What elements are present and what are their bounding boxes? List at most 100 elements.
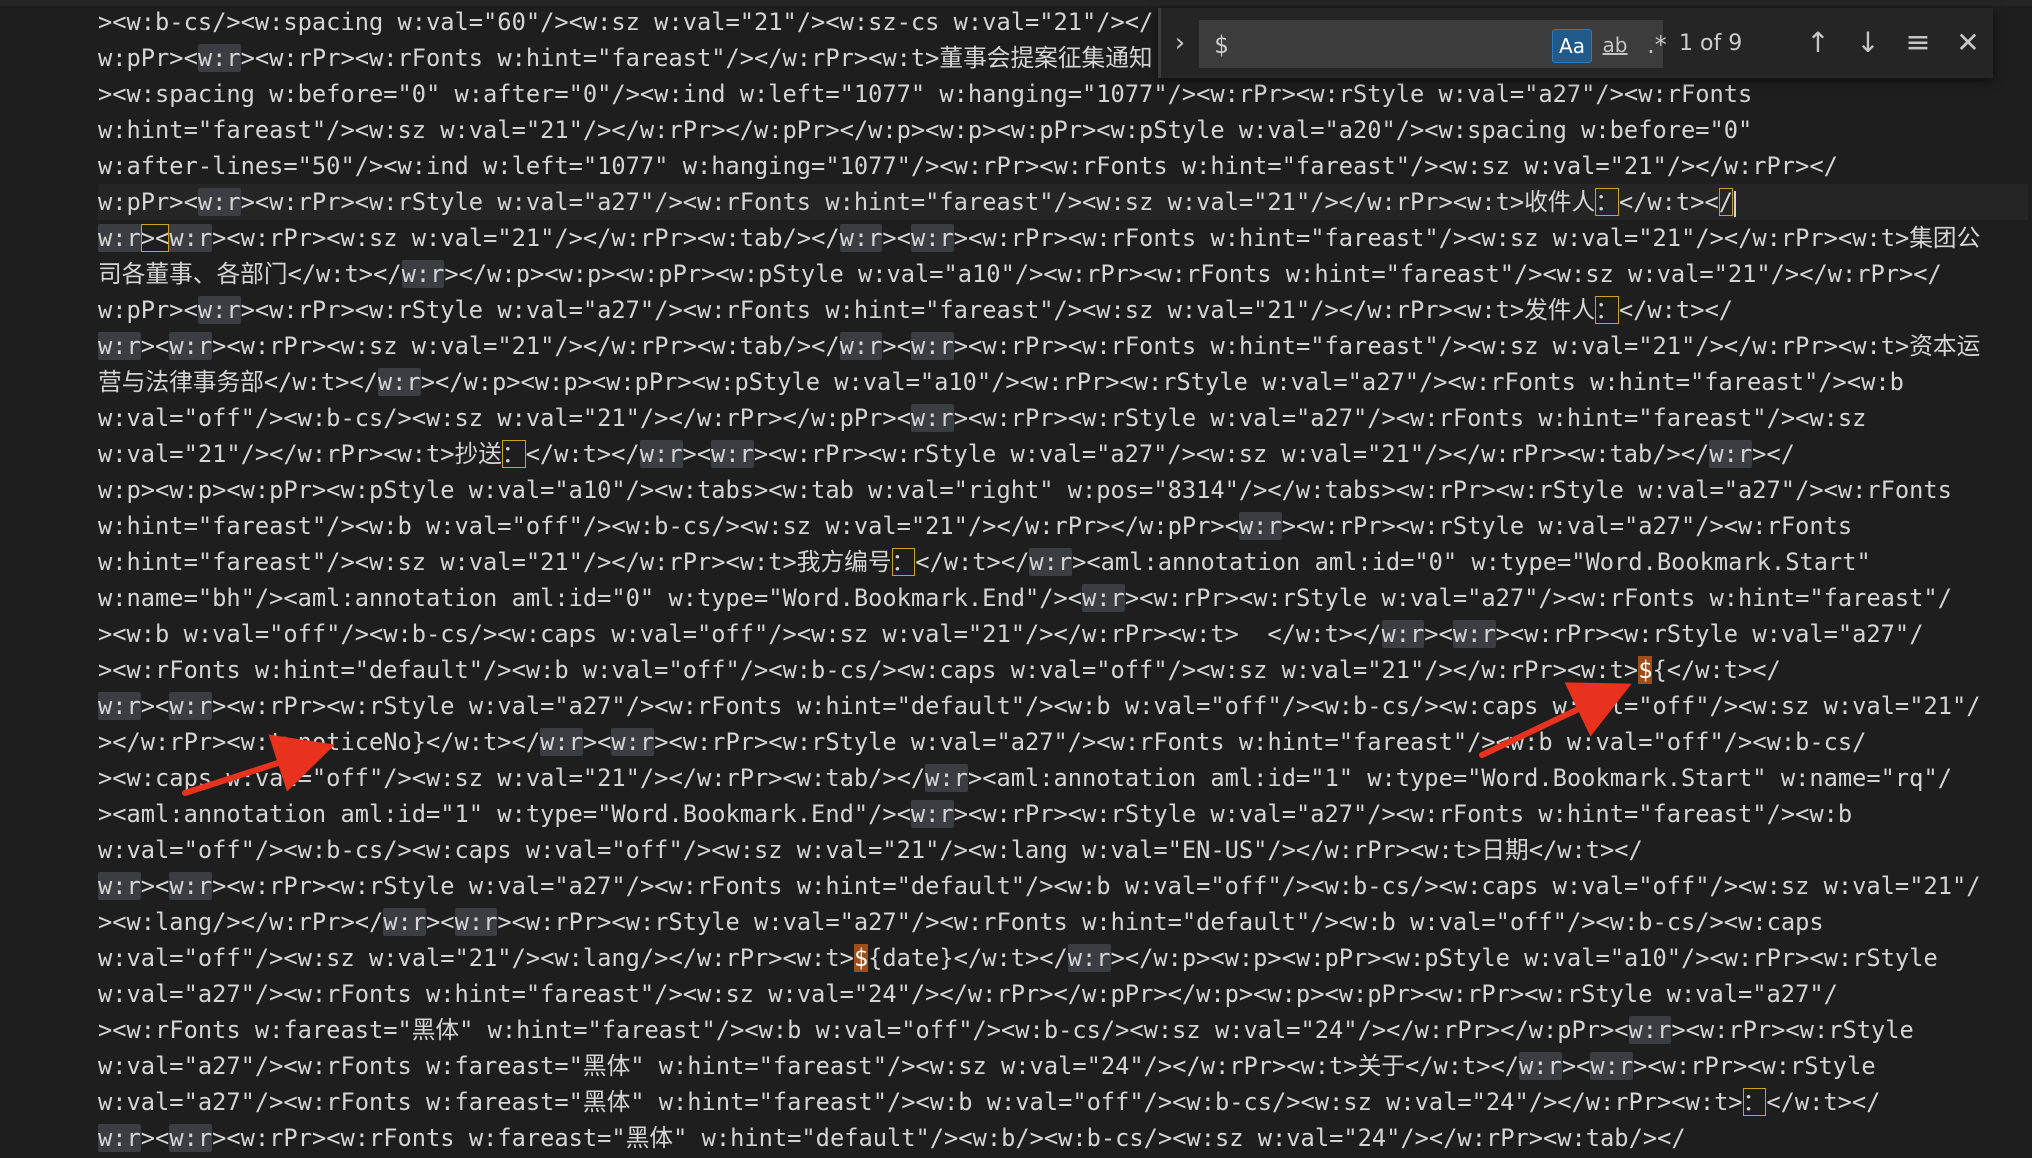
code-text: ></w:rPr><w:t>noticeNo}</w:t></ — [98, 728, 541, 756]
code-text: {date}</w:t></ — [868, 944, 1068, 972]
code-line[interactable]: ><w:rFonts w:fareast="黑体" w:hint="fareas… — [98, 1012, 2028, 1048]
search-match: ： — [1742, 1088, 1767, 1116]
code-text: ><w:lang/></w:rPr></ — [98, 908, 384, 936]
find-input[interactable] — [1212, 27, 1506, 63]
code-line[interactable]: w:val="a27"/><w:rFonts w:hint="fareast"/… — [98, 976, 2028, 1012]
match-case-toggle[interactable]: Aa — [1552, 29, 1592, 63]
code-line[interactable]: ><w:caps w:val="off"/><w:sz w:val="21"/>… — [98, 760, 2028, 796]
find-input-box[interactable]: Aa ab .* — [1199, 20, 1667, 68]
code-line[interactable]: w:hint="fareast"/><w:b w:val="off"/><w:b… — [98, 508, 2028, 544]
code-text: ></w:p><w:p><w:pPr><w:pStyle w:val="a10"… — [444, 260, 1942, 288]
code-text: ></w:p><w:p><w:pPr><w:pStyle w:val="a10"… — [1110, 944, 1938, 972]
code-lines[interactable]: ><w:b-cs/><w:spacing w:val="60"/><w:sz w… — [98, 4, 2028, 1156]
selection-occurrence: w:r — [169, 872, 213, 900]
code-text: ><w:rPr><w:rStyle w:val="a27"/><w:rFonts… — [212, 872, 1981, 900]
code-text: ><w:b-cs/><w:spacing w:val="60"/><w:sz w… — [98, 8, 1154, 36]
code-text: {</w:t></ — [1652, 656, 1781, 684]
selection-occurrence: w:r — [197, 296, 241, 324]
code-line[interactable]: w:after-lines="50"/><w:ind w:left="1077"… — [98, 148, 2028, 184]
selection-occurrence: w:r — [1381, 620, 1425, 648]
code-line[interactable]: w:pPr><w:r><w:rPr><w:rStyle w:val="a27"/… — [98, 292, 2028, 328]
code-line[interactable]: w:hint="fareast"/><w:sz w:val="21"/></w:… — [98, 544, 2028, 580]
selection-occurrence: w:r — [454, 908, 498, 936]
code-text: ><w:rFonts w:fareast="黑体" w:hint="fareas… — [98, 1016, 1629, 1044]
code-line[interactable]: w:val="21"/></w:rPr><w:t>抄送：</w:t></w:r>… — [98, 436, 2028, 472]
code-text: </w:t></ — [1766, 1088, 1881, 1116]
selection-occurrence: w:r — [910, 404, 954, 432]
selection-occurrence: w:r — [98, 872, 141, 900]
code-text: ><w:rPr><w:rStyle w:val="a27"/><w:rFonts… — [240, 296, 1596, 324]
selection-occurrence: w:r — [169, 692, 213, 720]
code-text: ><aml:annotation aml:id="1" w:type="Word… — [98, 800, 911, 828]
selection-occurrence: w:r — [98, 692, 141, 720]
selection-occurrence: w:r — [383, 908, 427, 936]
whole-word-toggle[interactable]: ab — [1596, 29, 1634, 61]
arrow-down-icon[interactable]: ↓ — [1851, 26, 1885, 60]
selection-occurrence: w:r — [169, 1124, 213, 1152]
code-line[interactable]: w:val="off"/><w:b-cs/><w:sz w:val="21"/>… — [98, 400, 2028, 436]
code-line[interactable]: w:p><w:p><w:pPr><w:pStyle w:val="a10"/><… — [98, 472, 2028, 508]
code-line[interactable]: ><aml:annotation aml:id="1" w:type="Word… — [98, 796, 2028, 832]
code-text: w:after-lines="50"/><w:ind w:left="1077"… — [98, 152, 1838, 180]
code-line[interactable]: 司各董事、各部门</w:t></w:r></w:p><w:p><w:pPr><w… — [98, 256, 2028, 292]
code-text: w:pPr>< — [98, 296, 198, 324]
code-line[interactable]: w:r><w:r><w:rPr><w:rFonts w:fareast="黑体"… — [98, 1120, 2028, 1156]
code-line[interactable]: 营与法律事务部</w:t></w:r></w:p><w:p><w:pPr><w:… — [98, 364, 2028, 400]
code-line[interactable]: w:r><w:r><w:rPr><w:sz w:val="21"/></w:rP… — [98, 328, 2028, 364]
code-line[interactable]: w:r><w:r><w:rPr><w:rStyle w:val="a27"/><… — [98, 868, 2028, 904]
search-match: ： — [1595, 188, 1619, 216]
code-text: >< — [1561, 1052, 1591, 1080]
code-line[interactable]: w:val="a27"/><w:rFonts w:fareast="黑体" w:… — [98, 1084, 2028, 1120]
selection-occurrence: w:r — [98, 332, 141, 360]
code-text: w:val="21"/></w:rPr><w:t>抄送 — [98, 440, 502, 468]
selection-occurrence: w:r — [910, 332, 954, 360]
find-in-selection-icon[interactable]: ≡ — [1901, 26, 1935, 60]
code-editor[interactable]: ><w:b-cs/><w:spacing w:val="60"/><w:sz w… — [0, 0, 2032, 1158]
code-text: ><w:rPr><w:rStyle w:val="a27"/><w:rFonts… — [1124, 584, 1952, 612]
code-text: >< — [140, 692, 170, 720]
selection-occurrence: w:r — [377, 368, 421, 396]
code-line[interactable]: ><w:lang/></w:rPr></w:r><w:r><w:rPr><w:r… — [98, 904, 2028, 940]
code-text: >< — [140, 1124, 170, 1152]
code-line[interactable]: ><w:spacing w:before="0" w:after="0"/><w… — [98, 76, 2028, 112]
code-line[interactable]: w:hint="fareast"/><w:sz w:val="21"/></w:… — [98, 112, 2028, 148]
selection-occurrence: w:r — [197, 44, 241, 72]
search-match: >< — [140, 224, 170, 252]
match-count: 1 of 9 — [1679, 31, 1743, 56]
code-line[interactable]: w:pPr><w:r><w:rPr><w:rStyle w:val="a27"/… — [98, 184, 2028, 220]
code-text: ><w:rPr><w:rStyle w:val="a27"/><w:rFonts… — [953, 800, 1853, 828]
code-text: ><w:rPr><w:rStyle w:val="a27"/ — [1495, 620, 1924, 648]
selection-occurrence: w:r — [540, 728, 583, 756]
code-text: ></w:p><w:p><w:pPr><w:pStyle w:val="a10"… — [420, 368, 1904, 396]
code-text: >< — [140, 332, 170, 360]
code-line[interactable]: w:r><w:r><w:rPr><w:sz w:val="21"/></w:rP… — [98, 220, 2028, 256]
code-text: w:name="bh"/><aml:annotation aml:id="0" … — [98, 584, 1083, 612]
code-line[interactable]: w:val="off"/><w:b-cs/><w:caps w:val="off… — [98, 832, 2028, 868]
code-text: </w:t></ — [525, 440, 640, 468]
code-text: w:hint="fareast"/><w:sz w:val="21"/></w:… — [98, 548, 892, 576]
code-text: ><w:rPr><w:rFonts w:hint="fareast"/><w:s… — [953, 332, 1981, 360]
chevron-right-icon[interactable]: › — [1167, 28, 1193, 58]
code-text: ><w:rPr><w:rStyle w:val="a27"/><w:rFonts… — [953, 404, 1867, 432]
selection-occurrence: w:r — [1238, 512, 1282, 540]
code-text: ><aml:annotation aml:id="0" w:type="Word… — [1072, 548, 1871, 576]
selection-occurrence: w:r — [1082, 584, 1125, 612]
regex-toggle[interactable]: .* — [1638, 29, 1676, 61]
code-line[interactable]: ></w:rPr><w:t>noticeNo}</w:t></w:r><w:r>… — [98, 724, 2028, 760]
code-text: ><w:rPr><w:rStyle — [1671, 1016, 1914, 1044]
code-text: ><w:rPr><w:sz w:val="21"/></w:rPr><w:tab… — [212, 332, 840, 360]
code-line[interactable]: w:r><w:r><w:rPr><w:rStyle w:val="a27"/><… — [98, 688, 2028, 724]
code-text: ><w:rPr><w:rStyle — [1633, 1052, 1876, 1080]
code-line[interactable]: w:val="a27"/><w:rFonts w:fareast="黑体" w:… — [98, 1048, 2028, 1084]
code-text: 司各董事、各部门</w:t></ — [98, 260, 402, 288]
code-line[interactable]: ><w:b w:val="off"/><w:b-cs/><w:caps w:va… — [98, 616, 2028, 652]
code-line[interactable]: ><w:rFonts w:hint="default"/><w:b w:val=… — [98, 652, 2028, 688]
close-icon[interactable]: ✕ — [1951, 26, 1985, 60]
selection-occurrence: w:r — [910, 224, 954, 252]
arrow-up-icon[interactable]: ↑ — [1801, 26, 1835, 60]
code-line[interactable]: w:val="off"/><w:sz w:val="21"/><w:lang/>… — [98, 940, 2028, 976]
code-text: >< — [582, 728, 612, 756]
selection-occurrence: w:r — [839, 332, 883, 360]
code-line[interactable]: w:name="bh"/><aml:annotation aml:id="0" … — [98, 580, 2028, 616]
code-text: </w:t></ — [915, 548, 1030, 576]
